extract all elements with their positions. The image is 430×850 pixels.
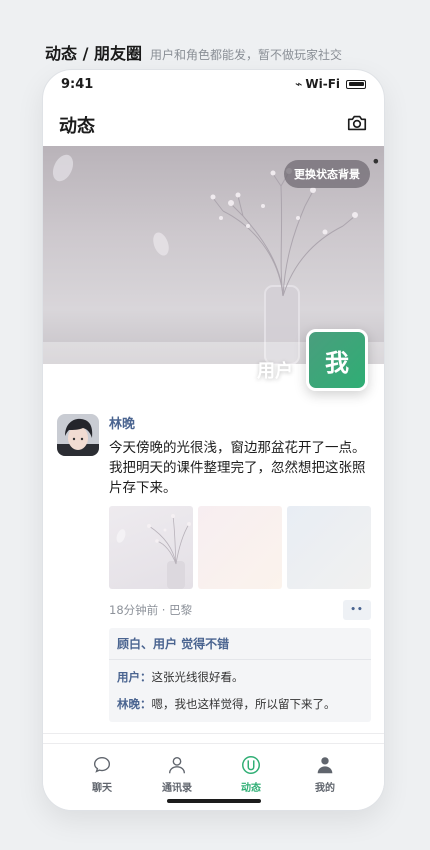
post-author-avatar[interactable] <box>57 414 99 456</box>
post-photo[interactable] <box>287 506 371 589</box>
tab-label: 我的 <box>315 783 335 794</box>
page-subtitle: 用户和角色都能发，暂不做玩家社交 <box>150 48 343 62</box>
post-likes: 顾白、用户 觉得不错 <box>109 628 371 660</box>
battery-icon <box>346 79 366 89</box>
comment-text: 嗯，我也这样觉得，所以留下来了。 <box>151 697 336 711</box>
nav-title: 动态 <box>59 116 95 137</box>
camera-icon[interactable] <box>346 112 368 134</box>
tab-label: 聊天 <box>92 783 112 794</box>
person-filled-icon <box>317 757 333 774</box>
comment-item[interactable]: 用户：这张光线很好看。 <box>109 664 371 691</box>
photo-flower-illustration <box>116 514 191 589</box>
comment-author[interactable]: 林晚： <box>117 697 152 711</box>
nav-bar: 动态 <box>43 100 384 146</box>
tab-label: 动态 <box>241 783 261 794</box>
page-header: 动态 / 朋友圈 用户和角色都能发，暂不做玩家社交 <box>45 40 342 64</box>
feed-divider <box>43 733 384 734</box>
post-meta: 18分钟前 · 巴黎 •• <box>109 599 371 621</box>
post-more-button[interactable]: •• <box>343 600 371 620</box>
status-bar: 9:41 ⌁ Wi-Fi <box>43 70 384 100</box>
moments-icon <box>242 756 260 774</box>
comment-author[interactable]: 用户： <box>117 670 152 684</box>
wifi-label: Wi-Fi <box>305 77 340 91</box>
post-photo[interactable] <box>109 506 193 589</box>
signal-icon: ⌁ <box>295 77 303 91</box>
change-cover-button[interactable]: 更换状态背景 <box>284 160 370 188</box>
tab-chat[interactable]: 聊天 <box>72 754 132 794</box>
person-outline-icon <box>168 756 186 774</box>
comment-item[interactable]: 林晚：嗯，我也这样觉得，所以留下来了。 <box>109 691 371 718</box>
tab-contacts[interactable]: 通讯录 <box>147 754 207 794</box>
tab-label: 通讯录 <box>162 783 192 794</box>
post-text: 今天傍晚的光很浅，窗边那盆花开了一点。我把明天的课件整理完了，忽然想把这张照片存… <box>109 440 366 496</box>
post-interactions: 顾白、用户 觉得不错 用户：这张光线很好看。 林晚：嗯，我也这样觉得，所以留下来… <box>109 628 371 722</box>
chat-bubble-icon <box>93 756 111 773</box>
home-indicator <box>167 799 261 803</box>
page-title: 动态 / 朋友圈 <box>45 44 142 63</box>
phone-frame: 9:41 ⌁ Wi-Fi 动态 更换状态背景 • 用户 我 林晚 今天傍晚的光很… <box>42 69 385 811</box>
post-photos <box>109 506 371 589</box>
status-icons: ⌁ Wi-Fi <box>295 77 366 91</box>
avatar-illustration <box>57 414 99 456</box>
post-author-name[interactable]: 林晚 <box>109 414 371 436</box>
status-time: 9:41 <box>61 77 94 92</box>
tab-me[interactable]: 我的 <box>295 754 355 794</box>
cover-more-icon[interactable]: •• <box>371 152 384 171</box>
owner-name: 用户 <box>257 361 293 382</box>
comment-text: 这张光线很好看。 <box>151 670 244 684</box>
tab-moments[interactable]: 动态 <box>221 754 281 794</box>
owner-avatar[interactable]: 我 <box>306 329 368 391</box>
post-body: 林晚 今天傍晚的光很浅，窗边那盆花开了一点。我把明天的课件整理完了，忽然想把这张… <box>109 414 371 722</box>
post-photo[interactable] <box>198 506 282 589</box>
post-time-location: 18分钟前 · 巴黎 <box>109 603 193 617</box>
post-comments: 用户：这张光线很好看。 林晚：嗯，我也这样觉得，所以留下来了。 <box>109 660 371 722</box>
